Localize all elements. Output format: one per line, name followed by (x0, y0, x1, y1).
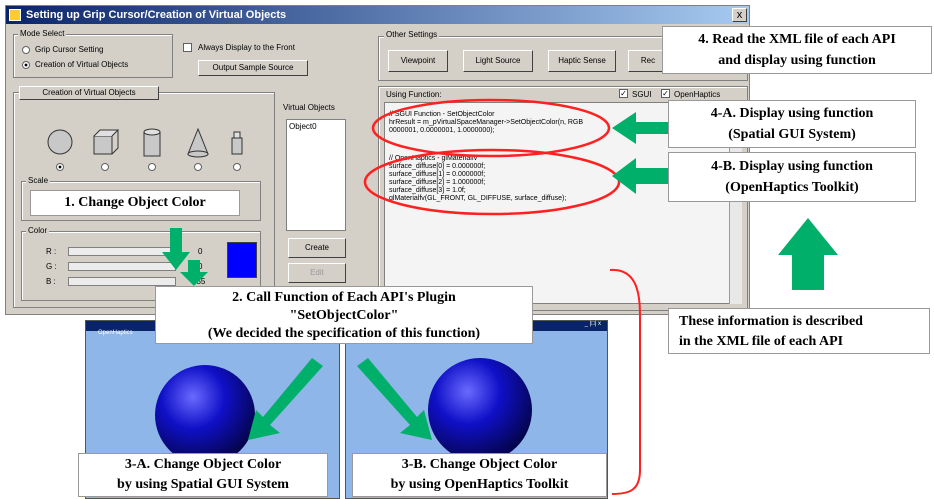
arrow-step4-up (778, 218, 838, 290)
arrow-step4a (612, 112, 668, 144)
annotation-overlay (162, 98, 838, 495)
callout-step3b-line: 3-B. Change Object Color (401, 457, 558, 472)
highlight-ellipse-sgui (371, 98, 611, 158)
callout-step3a-line: by using Spatial GUI System (117, 477, 289, 492)
callout-step3a: 3-A. Change Object Color by using Spatia… (78, 453, 328, 497)
callout-step3a-line: 3-A. Change Object Color (124, 457, 282, 472)
callout-step2-line: "SetObjectColor" (289, 308, 399, 323)
callout-step4: 4. Read the XML file of each API and dis… (662, 26, 932, 74)
callout-xml-note-line: in the XML file of each API (679, 334, 844, 349)
arrow-step1 (162, 228, 190, 270)
callout-step4a-line: 4-A. Display using function (710, 106, 874, 121)
callout-step4a-line: (Spatial GUI System) (728, 127, 856, 142)
callout-step2: 2. Call Function of Each API's Plugin "S… (155, 286, 533, 344)
callout-step4-line: 4. Read the XML file of each API (698, 32, 896, 47)
callout-step3b-line: by using OpenHaptics Toolkit (390, 477, 569, 492)
arrow-step3b (357, 358, 432, 440)
highlight-ellipse-openhaptics (363, 148, 621, 216)
callout-step4-line: and display using function (718, 53, 876, 68)
callout-step2-line: (We decided the specification of this fu… (207, 326, 481, 341)
arrow-step3a (248, 358, 323, 440)
callout-step1: 1. Change Object Color (30, 190, 240, 216)
callout-step4a: 4-A. Display using function (Spatial GUI… (668, 100, 916, 148)
callout-xml-note: These information is described in the XM… (668, 308, 930, 354)
callout-step4b-line: (OpenHaptics Toolkit) (725, 180, 859, 195)
callout-step2-line: 2. Call Function of Each API's Plugin (232, 290, 456, 305)
xml-bracket (609, 268, 641, 495)
arrow-step4b (612, 158, 668, 194)
callout-step3b: 3-B. Change Object Color by using OpenHa… (352, 453, 607, 497)
callout-xml-note-line: These information is described (679, 314, 863, 329)
arrow-step2 (180, 260, 208, 286)
callout-step4b: 4-B. Display using function (OpenHaptics… (668, 152, 916, 202)
callout-step4b-line: 4-B. Display using function (711, 159, 873, 174)
